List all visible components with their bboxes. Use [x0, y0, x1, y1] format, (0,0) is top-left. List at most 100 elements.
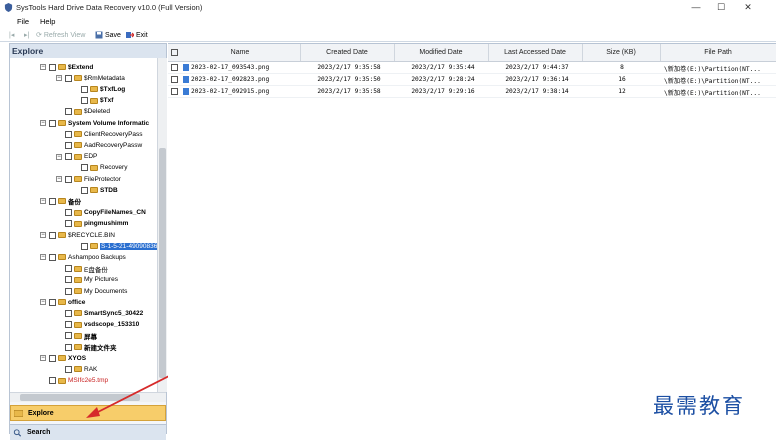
tree-node[interactable]: AadRecoveryPassw — [56, 140, 142, 150]
tree-node[interactable]: My Documents — [56, 286, 127, 296]
tree-node[interactable]: − Ashampoo Backups — [40, 252, 126, 262]
tree-checkbox[interactable] — [81, 164, 88, 172]
select-all-checkbox[interactable] — [171, 49, 178, 56]
tree-node[interactable]: $Deleted — [56, 107, 110, 117]
tree-node[interactable]: − FileProtector — [56, 174, 121, 184]
tree-checkbox[interactable] — [49, 354, 56, 362]
menu-file[interactable]: File — [17, 17, 29, 26]
tree-checkbox[interactable] — [49, 63, 56, 71]
tree-node[interactable]: − office — [40, 297, 85, 307]
tree-checkbox[interactable] — [81, 97, 88, 105]
maximize-button[interactable]: ☐ — [714, 2, 728, 13]
tree-checkbox[interactable] — [49, 253, 56, 261]
table-cell: \新加卷(E:)\Partition(NT... — [664, 90, 761, 97]
minimize-button[interactable]: — — [689, 2, 703, 13]
tree-checkbox[interactable] — [65, 130, 72, 138]
expand-toggle-icon[interactable]: − — [40, 254, 46, 261]
tree-checkbox[interactable] — [49, 197, 56, 205]
tree-checkbox[interactable] — [81, 186, 88, 194]
folder-icon — [58, 232, 66, 238]
tree-checkbox[interactable] — [65, 209, 72, 217]
tree-checkbox[interactable] — [65, 175, 72, 183]
tree-node[interactable]: − 备份 — [40, 196, 81, 206]
tree-checkbox[interactable] — [81, 242, 88, 250]
table-row[interactable]: 2023-02-17_092915.png 2023/2/17 9:35:58 20… — [168, 86, 776, 98]
row-checkbox[interactable] — [171, 76, 178, 83]
tree-checkbox[interactable] — [65, 74, 72, 82]
tree-checkbox[interactable] — [49, 119, 56, 127]
row-checkbox[interactable] — [171, 64, 178, 71]
tree-node[interactable]: $TxfLog — [72, 84, 125, 94]
save-button[interactable]: Save — [95, 31, 121, 39]
tree-checkbox[interactable] — [65, 343, 72, 351]
first-page-icon[interactable]: |◂ — [9, 31, 14, 39]
expand-toggle-icon[interactable]: − — [56, 75, 62, 82]
expand-toggle-icon[interactable]: − — [40, 355, 46, 362]
expand-toggle-icon[interactable]: − — [40, 64, 46, 70]
tree-node[interactable]: S-1-5-21-490908366-4 — [72, 241, 157, 251]
row-checkbox[interactable] — [171, 88, 178, 95]
tree-node[interactable]: pingmushimm — [56, 219, 128, 229]
expand-toggle-icon[interactable]: − — [40, 198, 46, 205]
tree-node[interactable]: My Pictures — [56, 275, 118, 285]
tree-checkbox[interactable] — [65, 220, 72, 228]
exit-button[interactable]: Exit — [126, 31, 148, 39]
column-created-date[interactable]: Created Date — [300, 49, 394, 56]
tree-checkbox[interactable] — [49, 298, 56, 306]
close-button[interactable]: ✕ — [741, 2, 755, 13]
tree-checkbox[interactable] — [65, 141, 72, 149]
expand-toggle-icon[interactable]: − — [40, 232, 46, 238]
table-row[interactable]: 2023-02-17_093543.png 2023/2/17 9:35:58 20… — [168, 62, 776, 74]
tree-node-label: office — [68, 298, 86, 306]
tree-checkbox[interactable] — [65, 332, 72, 340]
tree-checkbox[interactable] — [65, 108, 72, 116]
tree-node[interactable]: CopyFileNames_CN — [56, 208, 146, 218]
tree-checkbox[interactable] — [49, 377, 56, 385]
expand-toggle-icon[interactable]: − — [40, 120, 46, 126]
tree-node[interactable]: vsdscope_153310 — [56, 320, 139, 330]
tree-checkbox[interactable] — [65, 265, 72, 273]
file-icon — [183, 64, 189, 71]
column-modified-date[interactable]: Modified Date — [394, 49, 488, 56]
tree-node[interactable]: − $RmMetadata — [56, 73, 125, 83]
tree-node[interactable]: 新建文件夹 — [56, 342, 117, 352]
last-page-icon[interactable]: ▸| — [24, 31, 29, 39]
tree-checkbox[interactable] — [65, 287, 72, 295]
tree-vertical-scrollbar[interactable] — [157, 58, 167, 392]
tree-checkbox[interactable] — [65, 153, 72, 161]
tree-node[interactable]: − $Extend — [40, 62, 93, 72]
tree-checkbox[interactable] — [65, 276, 72, 284]
expand-toggle-icon[interactable]: − — [56, 176, 62, 182]
search-tab-button[interactable]: Search — [10, 424, 166, 440]
refresh-view-button[interactable]: ⟳ Refresh View — [36, 31, 85, 40]
tree-checkbox[interactable] — [49, 231, 56, 239]
tree-node[interactable]: 屏幕 — [56, 331, 97, 341]
tree-checkbox[interactable] — [65, 321, 72, 329]
menu-help[interactable]: Help — [40, 17, 55, 26]
vscroll-thumb[interactable] — [159, 148, 166, 378]
expand-toggle-icon[interactable]: − — [40, 299, 46, 306]
tree-checkbox[interactable] — [65, 365, 72, 373]
tree-node[interactable]: E盘备份 — [56, 264, 108, 274]
tree-node[interactable]: − System Volume Informatic — [40, 118, 149, 128]
tree-node[interactable]: ClientRecoveryPass — [56, 129, 143, 139]
tree-checkbox[interactable] — [81, 85, 88, 93]
tree-node[interactable]: Recovery — [72, 163, 127, 173]
tree-checkbox[interactable] — [65, 309, 72, 317]
column-last-accessed-date[interactable]: Last Accessed Date — [488, 49, 582, 56]
column-name[interactable]: Name — [182, 49, 298, 56]
table-row[interactable]: 2023-02-17_092823.png 2023/2/17 9:35:50 20… — [168, 74, 776, 86]
tree-node-label: XYOS — [68, 354, 87, 362]
tree-node[interactable]: − XYOS — [40, 353, 86, 363]
tree-node[interactable]: $Txf — [72, 96, 113, 106]
tree-node[interactable]: − EDP — [56, 152, 97, 162]
tree-node-label: vsdscope_153310 — [84, 321, 140, 329]
expand-toggle-icon[interactable]: − — [56, 153, 62, 160]
column-size[interactable]: Size (KB) — [582, 49, 660, 56]
tree-node[interactable]: STDB — [72, 185, 118, 195]
tree-node[interactable]: − $RECYCLE.BIN — [40, 230, 115, 240]
tree-node[interactable]: SmartSync5_30422 — [56, 308, 143, 318]
tree-node-label: $TxfLog — [100, 85, 126, 93]
folder-icon — [74, 310, 82, 317]
column-file-path[interactable]: File Path — [660, 49, 776, 56]
